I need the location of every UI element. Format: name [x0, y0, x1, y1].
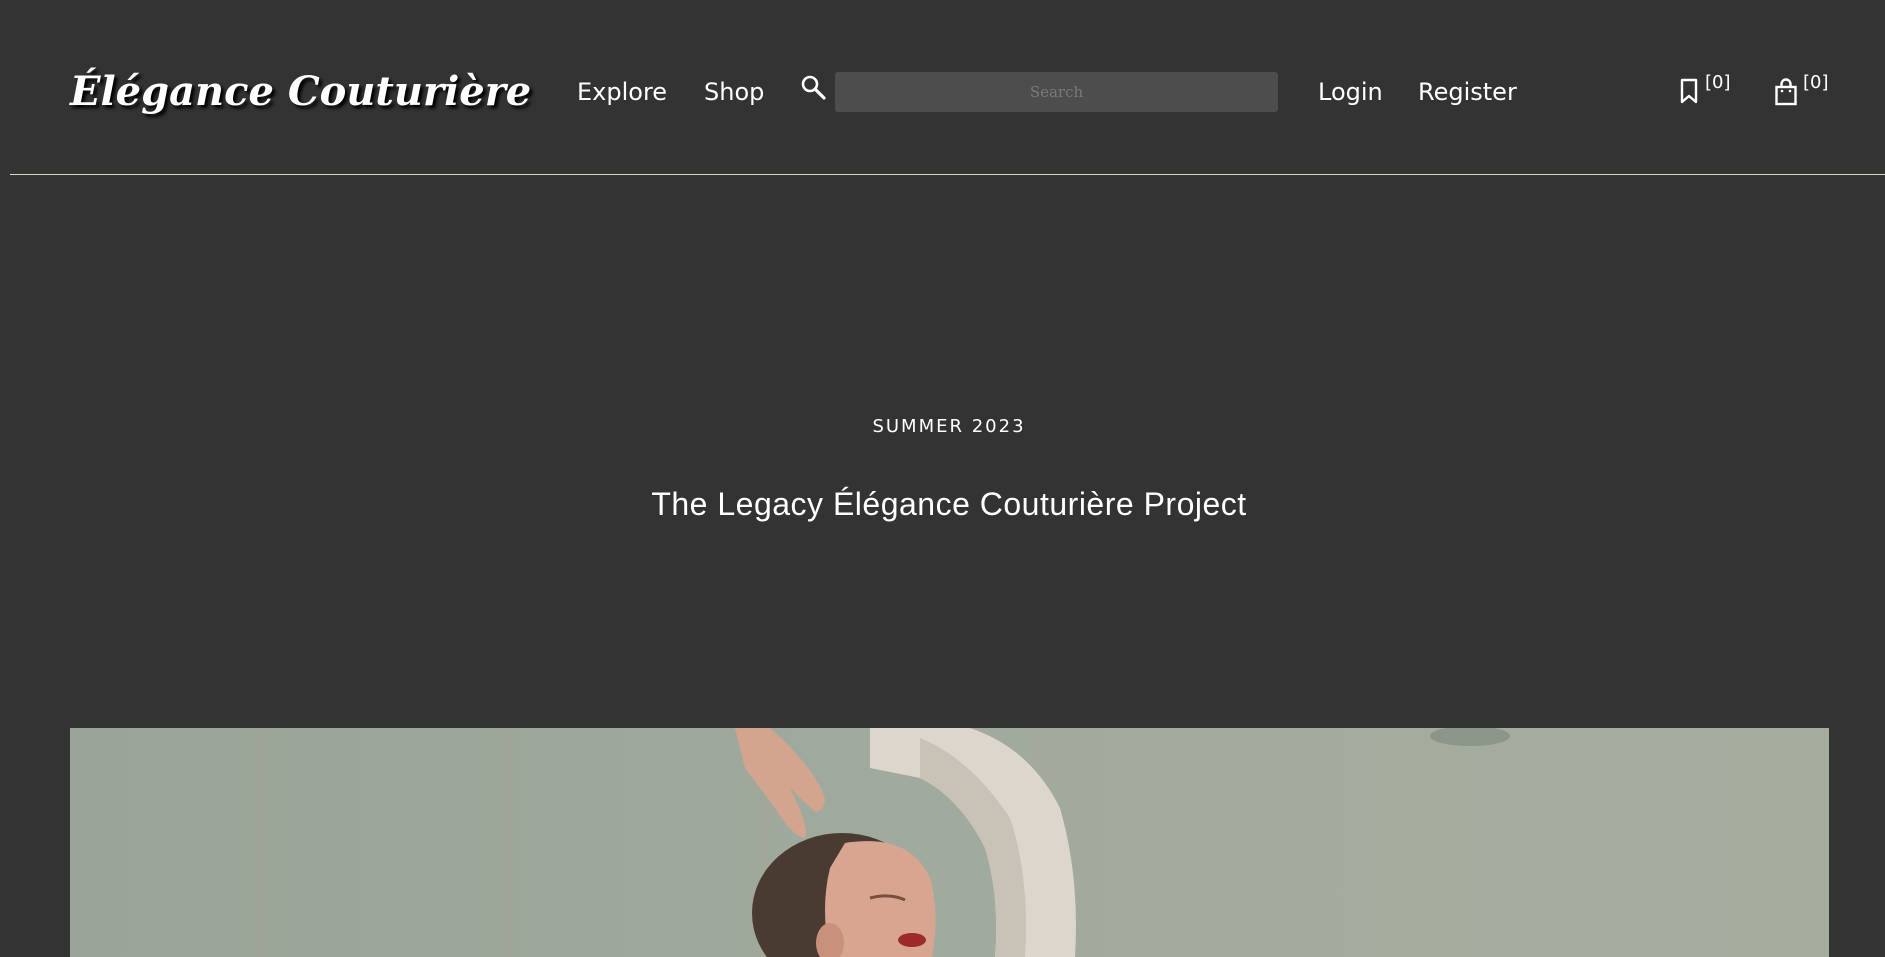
nav-shop-link[interactable]: Shop: [704, 75, 764, 109]
nav-register-link[interactable]: Register: [1418, 75, 1517, 109]
page: Élégance Couturière Explore Shop Login R…: [0, 0, 1885, 957]
hero-title: The Legacy Élégance Couturière Project: [651, 486, 1247, 522]
search-icon[interactable]: [800, 74, 828, 102]
header-divider: [10, 174, 1885, 175]
season-label: SUMMER 2023: [872, 416, 1026, 437]
bookmarks-count: [0]: [1705, 72, 1731, 93]
site-header: Élégance Couturière Explore Shop Login R…: [0, 0, 1885, 176]
cart-count: [0]: [1803, 72, 1829, 93]
hero-photo: [70, 728, 1829, 957]
search-input[interactable]: [835, 72, 1278, 112]
brand-logo[interactable]: Élégance Couturière: [70, 64, 531, 120]
nav-explore-link[interactable]: Explore: [577, 75, 667, 109]
nav-login-link[interactable]: Login: [1318, 75, 1383, 109]
